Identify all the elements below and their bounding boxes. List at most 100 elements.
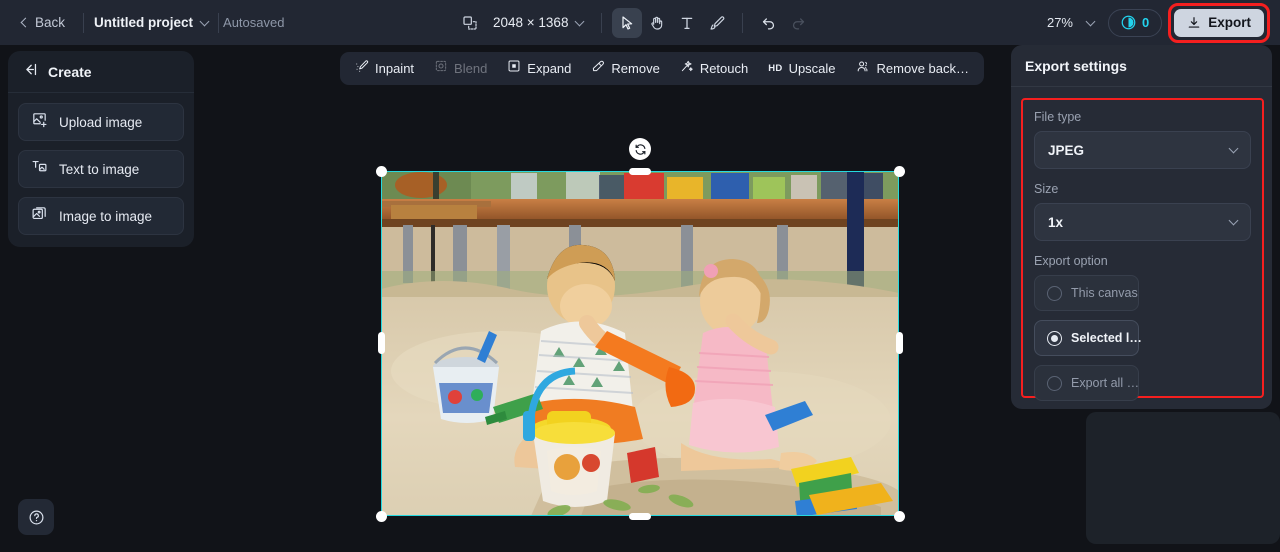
help-button[interactable] [18, 499, 54, 535]
hd-icon: HD [768, 63, 783, 74]
autosaved-status: Autosaved [223, 15, 285, 30]
retouch-label: Retouch [699, 61, 749, 76]
divider [218, 12, 220, 33]
rotate-handle[interactable] [629, 138, 651, 160]
resize-handle-bottom[interactable] [629, 512, 651, 520]
chevron-down-icon [1228, 215, 1239, 226]
remove-label: Remove [611, 61, 660, 76]
resize-handle-right[interactable] [895, 332, 903, 354]
sidebar-item-image-to-image[interactable]: Image to image [18, 197, 184, 235]
remove-background-label: Remove back… [876, 61, 970, 76]
create-sidebar: Create Upload image Text to image Image … [8, 51, 194, 247]
canvas-tools: 2048 × 1368 [455, 0, 813, 45]
upload-image-icon [31, 111, 48, 133]
help-icon [29, 510, 43, 524]
radio-icon [1047, 330, 1062, 346]
chevron-down-icon [1228, 143, 1239, 154]
export-option-group: This canvas Selected l… Export all … [1034, 275, 1251, 401]
brush-tool[interactable] [702, 8, 732, 38]
project-name[interactable]: Untitled project [94, 15, 193, 30]
retouch-icon [680, 59, 694, 78]
remove-button[interactable]: Remove [582, 56, 668, 82]
size-label: Size [1034, 182, 1059, 196]
right-panel-background [1086, 412, 1280, 544]
undo-button[interactable] [753, 8, 783, 38]
radio-icon [1047, 285, 1062, 301]
retouch-button[interactable]: Retouch [671, 56, 757, 82]
blend-label: Blend [454, 61, 488, 76]
divider [601, 12, 603, 33]
export-option-label: Export option [1034, 254, 1108, 268]
export-option-label-text: Export all … [1071, 376, 1140, 390]
inpaint-label: Inpaint [375, 61, 415, 76]
back-label: Back [35, 15, 66, 30]
sidebar-items: Upload image Text to image Image to imag… [8, 93, 194, 235]
upscale-label: Upscale [788, 61, 836, 76]
image-actions-toolbar: Inpaint Blend Expand Remove Retouch HD U… [340, 52, 985, 85]
chevron-down-icon [199, 16, 210, 26]
export-settings-highlight: File type JPEG Size 1x Export option Thi… [1021, 98, 1264, 401]
expand-button[interactable]: Expand [498, 56, 580, 82]
frame-icon[interactable] [455, 8, 485, 38]
divider [742, 12, 744, 33]
resize-handle-bottom-right[interactable] [893, 510, 905, 522]
download-icon [1188, 16, 1200, 28]
blend-button[interactable]: Blend [425, 56, 496, 82]
sidebar-item-label: Upload image [59, 114, 143, 130]
project-menu-button[interactable] [193, 15, 216, 31]
inpaint-icon [355, 59, 369, 78]
export-settings-panel: Export settings File type JPEG Size 1x E… [1011, 45, 1272, 409]
blend-icon [434, 59, 448, 78]
app-root: Back Untitled project Autosaved 2048 × 1… [0, 0, 1280, 552]
export-option-export-all[interactable]: Export all … [1034, 365, 1139, 401]
zoom-level: 27% [1046, 15, 1073, 30]
export-option-selected-layer[interactable]: Selected l… [1034, 320, 1142, 356]
resize-handle-bottom-left[interactable] [375, 510, 387, 522]
sidebar-title: Create [48, 63, 92, 80]
canvas-size-dropdown[interactable] [568, 15, 591, 31]
text-to-image-icon [31, 158, 48, 180]
credits-badge[interactable]: 0 [1108, 8, 1163, 37]
chevron-down-icon [575, 16, 585, 26]
inpaint-button[interactable]: Inpaint [346, 56, 423, 82]
export-button-highlight: Export [1168, 2, 1270, 43]
hand-tool[interactable] [642, 8, 672, 38]
resize-handle-top-left[interactable] [375, 165, 387, 177]
export-option-label-text: This canvas [1071, 286, 1138, 300]
resize-handle-top-right[interactable] [893, 165, 905, 177]
upscale-button[interactable]: HD Upscale [759, 56, 844, 82]
size-value: 1x [1048, 214, 1064, 230]
sidebar-item-label: Image to image [59, 208, 153, 224]
remove-background-button[interactable]: Remove back… [847, 56, 978, 82]
resize-handle-left[interactable] [377, 332, 385, 354]
export-option-label-text: Selected l… [1071, 331, 1142, 345]
sidebar-item-upload-image[interactable]: Upload image [18, 103, 184, 141]
sandbox-children-photo [381, 171, 899, 516]
resize-handle-top[interactable] [629, 167, 651, 175]
remove-background-icon [856, 59, 871, 79]
export-option-this-canvas[interactable]: This canvas [1034, 275, 1139, 311]
export-button[interactable]: Export [1174, 8, 1264, 37]
chevron-left-icon [20, 17, 31, 28]
back-button[interactable]: Back [14, 10, 73, 35]
file-type-value: JPEG [1048, 142, 1085, 158]
file-type-select[interactable]: JPEG [1034, 131, 1251, 169]
expand-icon [507, 59, 521, 78]
export-panel-header: Export settings [1011, 45, 1272, 87]
export-label: Export [1208, 15, 1251, 30]
text-tool[interactable] [672, 8, 702, 38]
top-bar: Back Untitled project Autosaved 2048 × 1… [0, 0, 1280, 45]
expand-label: Expand [527, 61, 572, 76]
file-type-label: File type [1034, 110, 1082, 124]
size-select[interactable]: 1x [1034, 203, 1251, 241]
chevron-down-icon [1085, 16, 1096, 26]
selected-image-object[interactable] [375, 165, 905, 522]
collapse-panel-icon[interactable] [22, 61, 39, 83]
select-tool[interactable] [612, 7, 643, 38]
sidebar-item-label: Text to image [59, 161, 140, 177]
redo-button[interactable] [783, 8, 813, 38]
zoom-dropdown[interactable] [1079, 15, 1102, 31]
sidebar-header: Create [8, 51, 194, 93]
remove-icon [591, 59, 605, 78]
sidebar-item-text-to-image[interactable]: Text to image [18, 150, 184, 188]
